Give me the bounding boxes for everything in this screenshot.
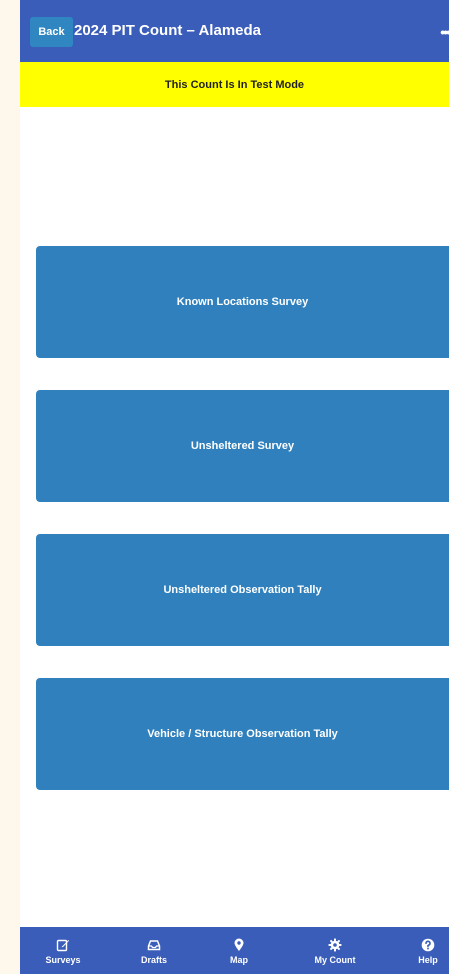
ellipsis-icon[interactable]: ••• [440, 24, 449, 40]
unsheltered-survey-button[interactable]: Unsheltered Survey [36, 390, 449, 502]
test-mode-banner: This Count Is In Test Mode [20, 62, 449, 107]
tab-surveys-label: Surveys [45, 954, 81, 965]
test-mode-text: This Count Is In Test Mode [164, 78, 305, 91]
bottom-tab-bar: Surveys Drafts Map My Count Help [20, 927, 449, 974]
inbox-icon [147, 937, 161, 953]
help-icon [421, 937, 435, 953]
tab-help[interactable]: Help [393, 927, 449, 974]
tab-map[interactable]: Map [204, 927, 274, 974]
tab-surveys[interactable]: Surveys [28, 927, 98, 974]
tab-map-label: Map [230, 954, 248, 965]
map-pin-icon [233, 937, 245, 953]
top-header: Back 2024 PIT Count – Alameda ••• [20, 0, 449, 62]
tab-drafts-label: Drafts [140, 954, 167, 965]
page-title: 2024 PIT Count – Alameda [74, 22, 262, 39]
app-screen: Back 2024 PIT Count – Alameda ••• This C… [20, 0, 449, 974]
back-button[interactable]: Back [30, 17, 73, 47]
tab-my-count[interactable]: My Count [300, 927, 370, 974]
tab-my-count-label: My Count [314, 954, 356, 965]
tab-help-label: Help [418, 954, 438, 965]
gear-icon [328, 937, 342, 953]
edit-icon [56, 937, 70, 953]
known-locations-survey-button[interactable]: Known Locations Survey [36, 246, 449, 358]
tab-drafts[interactable]: Drafts [119, 927, 189, 974]
vehicle-structure-observation-tally-button[interactable]: Vehicle / Structure Observation Tally [36, 678, 449, 790]
unsheltered-observation-tally-button[interactable]: Unsheltered Observation Tally [36, 534, 449, 646]
